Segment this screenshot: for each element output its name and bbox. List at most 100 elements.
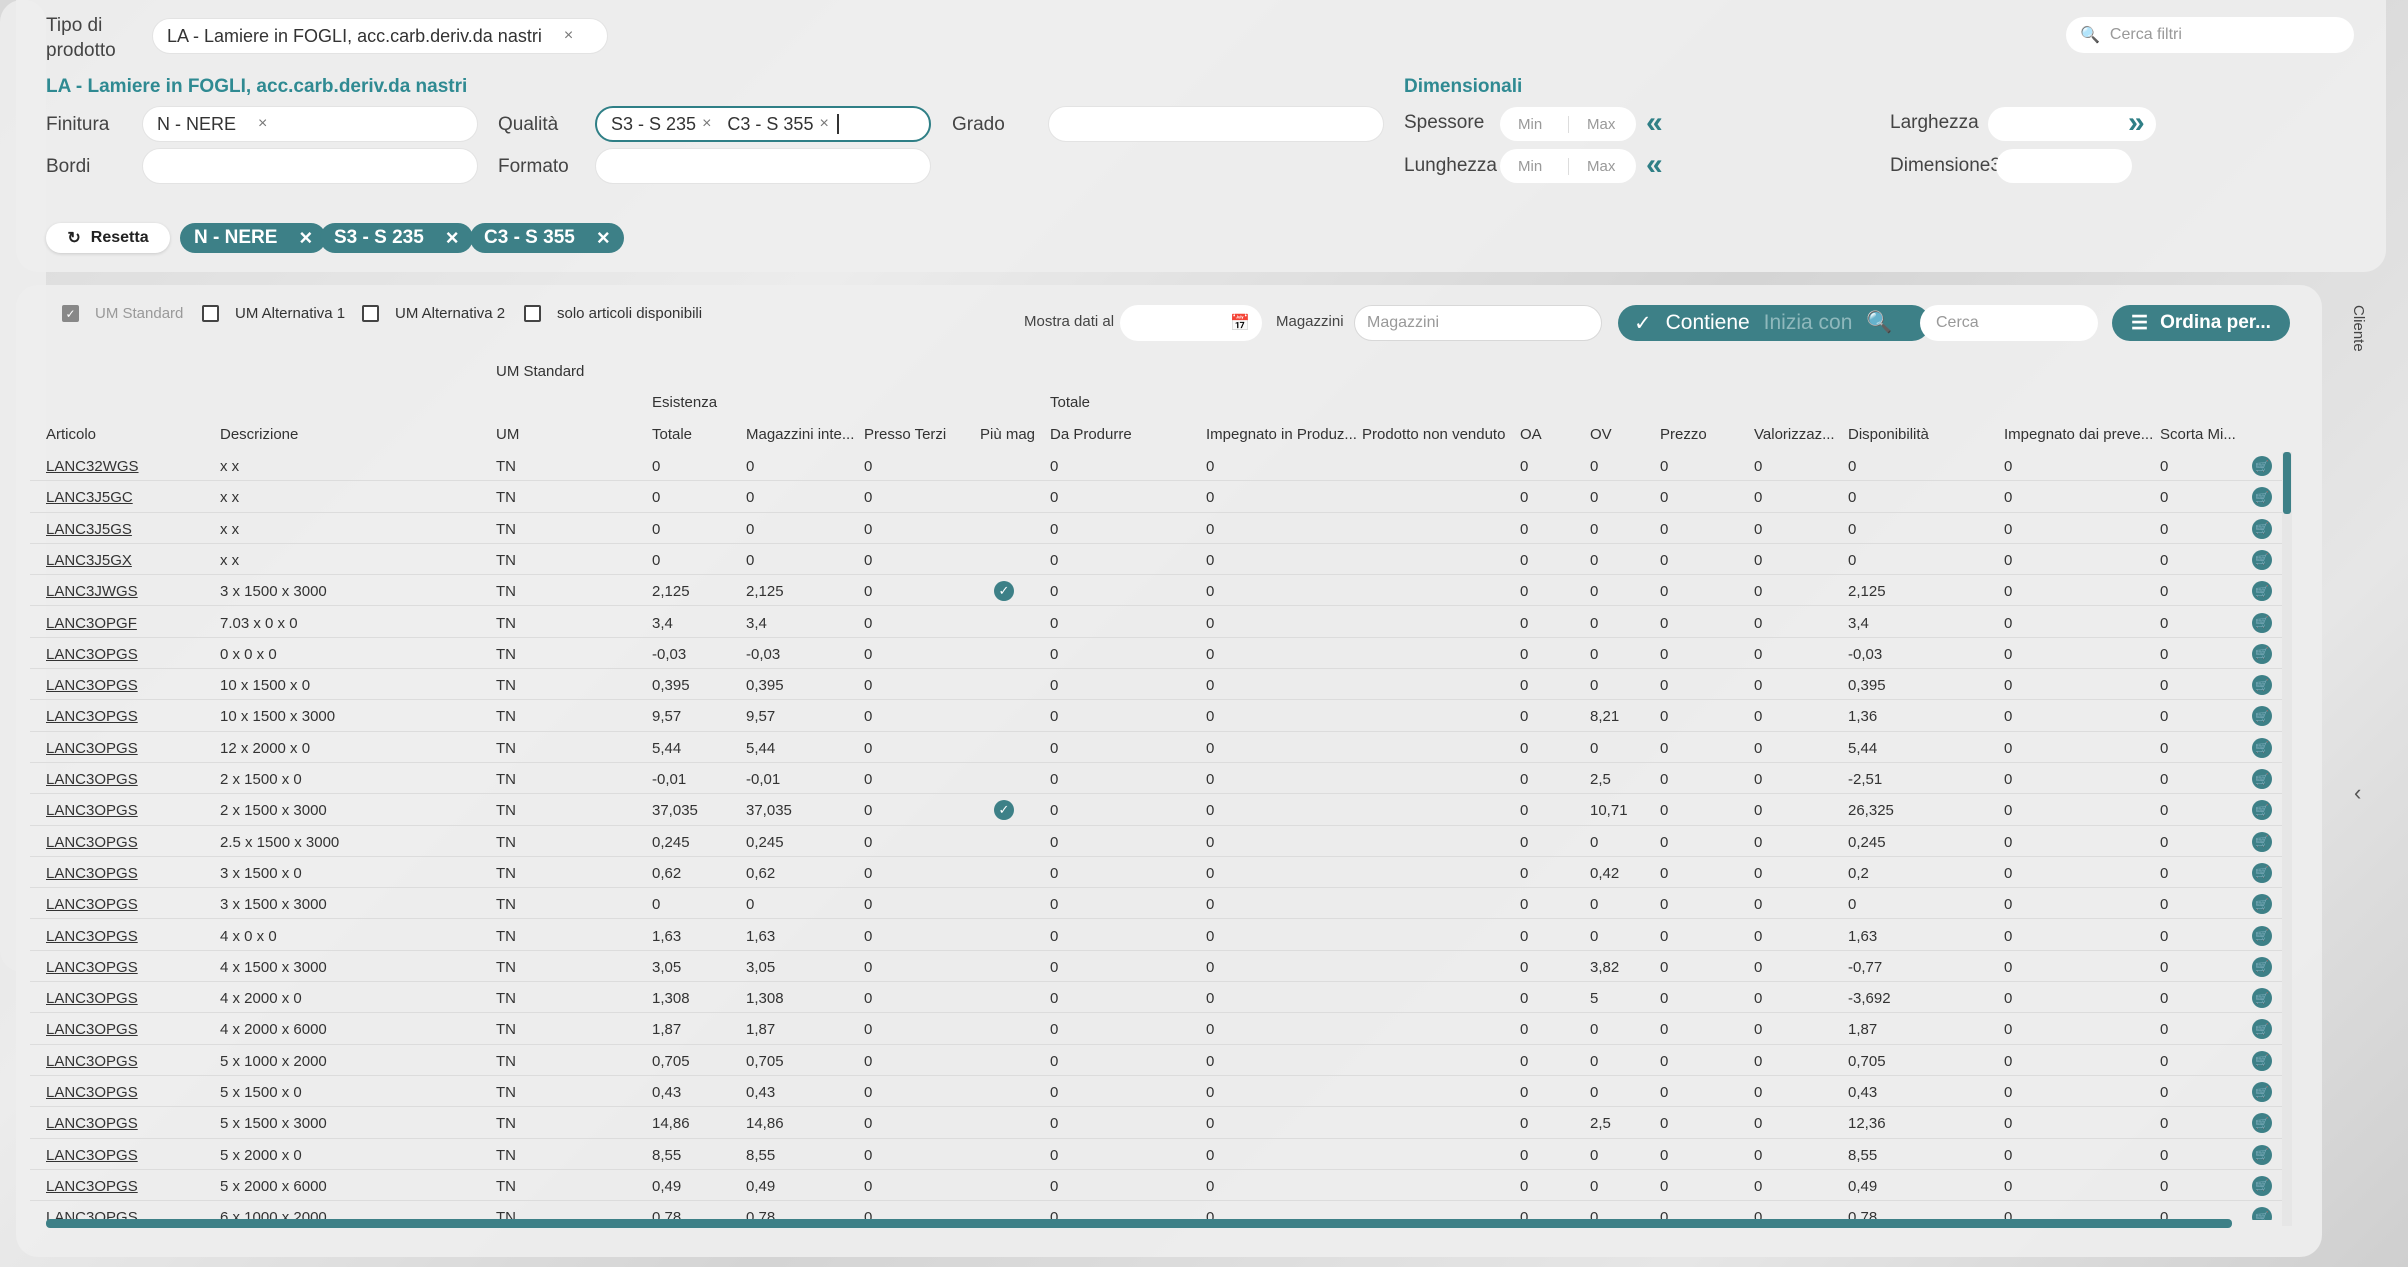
col-articolo-link[interactable]: LANC3OPGS	[46, 1021, 138, 1038]
col-articolo-link[interactable]: LANC3OPGS	[46, 928, 138, 945]
spessore-min-input[interactable]: Min	[1500, 116, 1568, 133]
table-row[interactable]: LANC3OPGF 7.03 x 0 x 0 TN 3,4 3,4 0 0 0 0 0 0 0 3,4 0…	[30, 607, 2290, 638]
cliente-tab[interactable]: Cliente	[2350, 305, 2367, 352]
lunghezza-max-input[interactable]: Max	[1568, 157, 1636, 175]
clear-icon[interactable]: ×	[258, 115, 267, 133]
table-row[interactable]: LANC3OPGS 4 x 1500 x 3000 TN 3,05 3,05 0 0 0 0 3,…	[30, 951, 2290, 983]
cart-icon[interactable]: 🛒	[2252, 769, 2272, 789]
active-tag[interactable]: C3 - S 355 ×	[470, 223, 624, 253]
col-da-produrre-header[interactable]: Da Produrre	[1050, 426, 1132, 443]
col-articolo-link[interactable]: LANC3OPGS	[46, 802, 138, 819]
horizontal-scrollbar[interactable]	[46, 1219, 2232, 1228]
cart-icon[interactable]: 🛒	[2252, 643, 2272, 664]
cart-icon[interactable]: 🛒	[2252, 956, 2272, 977]
table-row[interactable]: LANC3OPGS 5 x 1000 x 2000 TN 0,705 0,705 0 0 0 0…	[30, 1045, 2290, 1076]
table-row[interactable]: LANC3OPGS 6 x 1000 x 2000 TN 0,78 0,78 0 0 0 0 0 0…	[30, 1201, 2290, 1220]
cart-icon[interactable]: 🛒	[2252, 1113, 2272, 1134]
cart-icon[interactable]: 🛒	[2252, 737, 2272, 758]
inizia-con-option[interactable]: Inizia con	[1764, 311, 1853, 335]
col-articolo-link[interactable]: LANC3OPGS	[46, 1115, 138, 1132]
col-articolo-link[interactable]: LANC3OPGS	[46, 708, 138, 725]
cart-icon[interactable]: 🛒	[2252, 894, 2272, 915]
cart-icon[interactable]: 🛒	[2252, 988, 2272, 1009]
contiene-option[interactable]: Contiene	[1666, 311, 1750, 335]
sort-button[interactable]: ☰ Ordina per...	[2112, 305, 2290, 341]
col-articolo-link[interactable]: LANC3OPGS	[46, 771, 138, 788]
col-articolo-link[interactable]: LANC3OPGS	[46, 865, 138, 882]
table-row[interactable]: LANC3OPGS 5 x 1500 x 3000 TN 14,86 14,86 0 0 0 0…	[30, 1107, 2290, 1139]
table-row[interactable]: LANC3OPGS 10 x 1500 x 3000 TN 9,57 9,57 0 0 0 0 8…	[30, 700, 2290, 732]
col-articolo-link[interactable]: LANC3OPGS	[46, 677, 138, 694]
lunghezza-min-input[interactable]: Min	[1500, 158, 1568, 175]
reset-button[interactable]: ↻ Resetta	[46, 223, 170, 253]
col-articolo-link[interactable]: LANC3OPGS	[46, 740, 138, 757]
lunghezza-range[interactable]: Min Max	[1500, 149, 1636, 183]
calendar-icon[interactable]: 📅	[1230, 313, 1250, 333]
bordi-select[interactable]	[142, 148, 478, 184]
cart-icon[interactable]: 🛒	[2252, 487, 2272, 508]
table-row[interactable]: LANC3JWGS 3 x 1500 x 3000 TN 2,125 2,125 0 ✓ 0 0…	[30, 575, 2290, 607]
col-articolo-link[interactable]: LANC3J5GS	[46, 521, 132, 538]
table-row[interactable]: LANC3OPGS 3 x 1500 x 0 TN 0,62 0,62 0 0 0 0 0,42 0…	[30, 857, 2290, 889]
clear-icon[interactable]: ×	[819, 115, 828, 133]
search-mode-toggle[interactable]: ✓ Contiene Inizia con 🔍	[1618, 305, 1930, 341]
cart-icon[interactable]: 🛒	[2252, 831, 2272, 852]
col-prezzo-header[interactable]: Prezzo	[1660, 426, 1707, 443]
um-standard-checkbox[interactable]: ✓ UM Standard	[62, 305, 183, 322]
table-row[interactable]: LANC3OPGS 12 x 2000 x 0 TN 5,44 5,44 0 0 0 0 0 0 0 5…	[30, 732, 2290, 763]
active-tag[interactable]: S3 - S 235 ×	[320, 223, 473, 253]
col-articolo-link[interactable]: LANC3J5GC	[46, 489, 133, 506]
cart-icon[interactable]: 🛒	[2252, 1144, 2272, 1165]
col-um-header[interactable]: UM	[496, 426, 519, 443]
table-row[interactable]: LANC3OPGS 2.5 x 1500 x 3000 TN 0,245 0,245 0 0…	[30, 826, 2290, 857]
col-impegnato-produzione-header[interactable]: Impegnato in Produz...	[1206, 426, 1357, 443]
clear-icon[interactable]: ×	[564, 27, 573, 45]
col-oa-header[interactable]: OA	[1520, 426, 1542, 443]
vertical-scrollbar[interactable]	[2283, 452, 2291, 514]
chevrons-left-icon[interactable]: «	[1646, 108, 1663, 138]
col-scorta-minima-header[interactable]: Scorta Mi...	[2160, 426, 2236, 443]
col-articolo-link[interactable]: LANC3OPGS	[46, 646, 138, 663]
col-articolo-link[interactable]: LANC3OPGS	[46, 959, 138, 976]
cart-icon[interactable]: 🛒	[2252, 518, 2272, 539]
table-row[interactable]: LANC3OPGS 5 x 2000 x 6000 TN 0,49 0,49 0 0 0 0 0 0…	[30, 1170, 2290, 1202]
cart-icon[interactable]: 🛒	[2252, 612, 2272, 633]
chevrons-left-icon[interactable]: «	[1646, 150, 1663, 180]
cart-icon[interactable]: 🛒	[2252, 1175, 2272, 1196]
col-articolo-link[interactable]: LANC3OPGF	[46, 615, 137, 632]
col-piu-mag-header[interactable]: Più mag	[980, 426, 1035, 443]
col-articolo-link[interactable]: LANC3JWGS	[46, 583, 138, 600]
um-alt1-checkbox[interactable]: UM Alternativa 1	[202, 305, 345, 322]
table-row[interactable]: LANC3OPGS 2 x 1500 x 3000 TN 37,035 37,035 0 ✓…	[30, 794, 2290, 826]
col-totale-header[interactable]: Totale	[652, 426, 692, 443]
cart-icon[interactable]: 🛒	[2252, 581, 2272, 602]
table-row[interactable]: LANC3J5GC x x TN 0 0 0 0 0 0 0 0 0 0 0 0 🛒	[30, 481, 2290, 513]
product-type-select[interactable]: LA - Lamiere in FOGLI, acc.carb.deriv.da…	[152, 18, 608, 54]
col-descrizione-header[interactable]: Descrizione	[220, 426, 298, 443]
col-magazzini-interni-header[interactable]: Magazzini inte...	[746, 426, 854, 443]
spessore-range[interactable]: Min Max	[1500, 107, 1636, 141]
col-articolo-header[interactable]: Articolo	[46, 426, 96, 443]
table-row[interactable]: LANC3OPGS 4 x 2000 x 0 TN 1,308 1,308 0 0 0 0 5 0 0…	[30, 982, 2290, 1014]
cart-icon[interactable]: 🛒	[2252, 549, 2272, 570]
col-articolo-link[interactable]: LANC3OPGS	[46, 834, 138, 851]
col-articolo-link[interactable]: LANC3OPGS	[46, 990, 138, 1007]
cart-icon[interactable]: 🛒	[2252, 706, 2272, 727]
table-row[interactable]: LANC32WGS x x TN 0 0 0 0 0 0 0 0 0 0 0 0 🛒	[30, 450, 2290, 482]
col-articolo-link[interactable]: LANC3OPGS	[46, 1084, 138, 1101]
search-filters-input[interactable]: 🔍 Cerca filtri	[2066, 17, 2354, 53]
cart-icon[interactable]: 🛒	[2252, 925, 2272, 946]
cart-icon[interactable]: 🛒	[2252, 675, 2272, 696]
vertical-scrollbar-track[interactable]	[2282, 452, 2292, 1226]
cart-icon[interactable]: 🛒	[2252, 862, 2272, 883]
cart-icon[interactable]: 🛒	[2252, 1082, 2272, 1102]
col-disponibilita-header[interactable]: Disponibilità	[1848, 426, 1929, 443]
grado-select[interactable]	[1048, 106, 1384, 142]
date-input[interactable]: 📅	[1120, 305, 1262, 341]
table-row[interactable]: LANC3J5GX x x TN 0 0 0 0 0 0 0 0 0 0 0 0 🛒	[30, 544, 2290, 576]
col-articolo-link[interactable]: LANC32WGS	[46, 458, 139, 475]
col-impegnato-preventivi-header[interactable]: Impegnato dai preve...	[2004, 426, 2153, 443]
close-icon[interactable]: ×	[597, 225, 610, 251]
finitura-select[interactable]: N - NERE ×	[142, 106, 478, 142]
search-icon[interactable]: 🔍	[1866, 311, 1892, 335]
